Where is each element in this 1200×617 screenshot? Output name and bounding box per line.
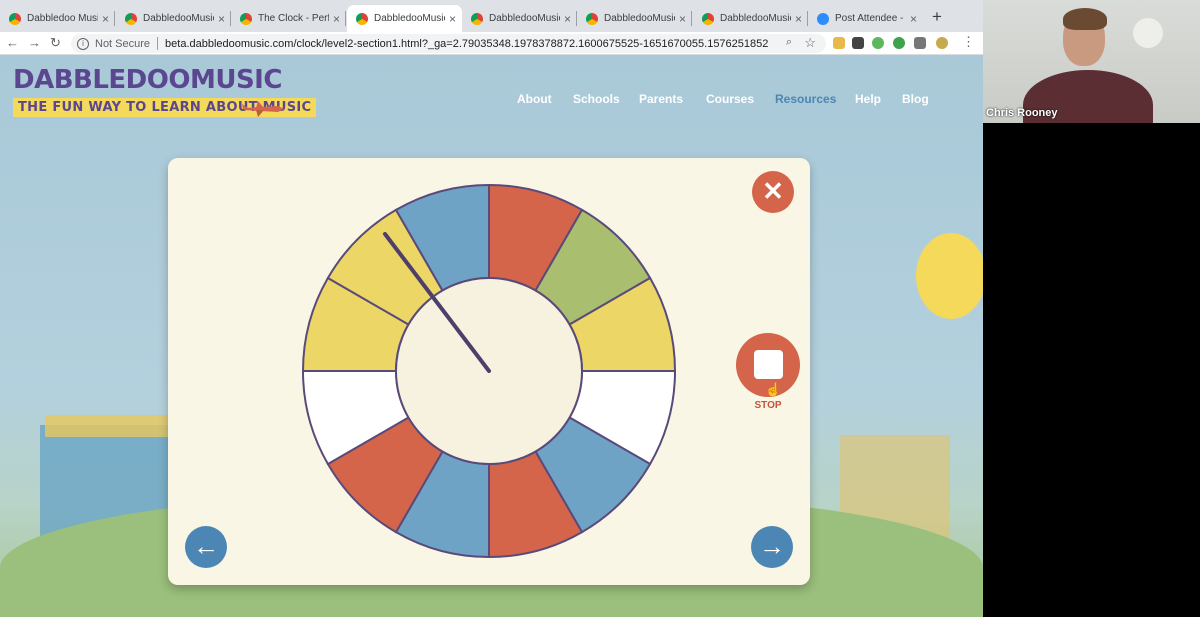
close-icon: ✕ xyxy=(762,176,784,206)
stop-label: STOP xyxy=(754,400,782,411)
chrome-favicon-icon xyxy=(702,12,714,25)
reload-icon[interactable]: ↻ xyxy=(50,35,61,51)
chrome-favicon-icon xyxy=(240,12,252,25)
previous-button[interactable]: ← xyxy=(185,526,227,568)
tab-title: DabbledooMusic xyxy=(604,13,675,24)
clock-activity-card: ✕ STOP ☝ ← → xyxy=(168,158,810,585)
chrome-favicon-icon xyxy=(586,12,598,25)
browser-tab[interactable]: DabbledooMusic | × xyxy=(116,5,231,32)
tab-title: DabbledooMusic xyxy=(374,13,445,24)
close-tab-icon[interactable]: × xyxy=(679,12,686,26)
next-button[interactable]: → xyxy=(751,526,793,568)
tab-title: DabbledooMusic xyxy=(720,13,791,24)
close-tab-icon[interactable]: × xyxy=(449,12,456,26)
hand-cursor-icon: ☝ xyxy=(765,382,782,397)
browser-tab[interactable]: DabbledooMusic × xyxy=(462,5,577,32)
browser-tab[interactable]: Dabbledoo Music × xyxy=(0,5,115,32)
tab-title: Dabbledoo Music xyxy=(27,13,98,24)
tab-title: DabbledooMusic | xyxy=(143,13,214,24)
arrow-right-icon: → xyxy=(759,531,785,561)
browser-tab[interactable]: The Clock - Perfo × xyxy=(231,5,346,32)
chrome-favicon-icon xyxy=(125,12,137,25)
info-icon[interactable]: i xyxy=(77,37,89,50)
arrow-left-icon: ← xyxy=(193,531,219,561)
divider xyxy=(157,37,159,50)
chrome-favicon-icon xyxy=(356,12,368,25)
participant-hair xyxy=(1063,8,1107,30)
nav-link-blog[interactable]: Blog xyxy=(902,92,929,106)
extension-icon[interactable] xyxy=(833,37,845,49)
browser-tab[interactable]: Post Attendee - Z × xyxy=(808,5,923,32)
page-content: DABBLEDOOMUSIC THE FUN WAY TO LEARN ABOU… xyxy=(0,55,983,617)
close-tab-icon[interactable]: × xyxy=(102,12,109,26)
close-tab-icon[interactable]: × xyxy=(795,12,802,26)
bookmark-star-icon[interactable]: ☆ xyxy=(804,35,816,51)
tab-strip: Dabbledoo Music×DabbledooMusic |×The Clo… xyxy=(0,0,983,32)
close-tab-icon[interactable]: × xyxy=(564,12,571,26)
tab-title: DabbledooMusic xyxy=(489,13,560,24)
nav-link-resources[interactable]: Resources xyxy=(775,92,836,106)
lamp-decoration xyxy=(1133,18,1163,48)
video-call-panel: Chris Rooney xyxy=(983,0,1200,617)
puzzle-icon[interactable] xyxy=(914,37,926,49)
grammarly-icon[interactable] xyxy=(893,37,905,49)
extension-icon[interactable] xyxy=(872,37,884,49)
close-tab-icon[interactable]: × xyxy=(333,12,340,26)
close-tab-icon[interactable]: × xyxy=(910,12,917,26)
browser-tab[interactable]: DabbledooMusic × xyxy=(347,5,462,32)
menu-kebab-icon[interactable]: ⋮ xyxy=(962,34,975,50)
address-bar[interactable]: i Not Secure beta.dabbledoomusic.com/clo… xyxy=(71,34,826,53)
nav-link-parents[interactable]: Parents xyxy=(639,92,683,106)
back-icon[interactable]: ← xyxy=(6,35,19,51)
chrome-favicon-icon xyxy=(9,12,21,25)
nav-link-help[interactable]: Help xyxy=(855,92,881,106)
tab-title: Post Attendee - Z xyxy=(835,13,906,24)
browser-toolbar: ← → ↻ i Not Secure beta.dabbledoomusic.c… xyxy=(0,32,983,55)
close-button[interactable]: ✕ xyxy=(752,171,794,213)
site-logo[interactable]: DABBLEDOOMUSIC xyxy=(13,65,282,95)
tab-separator xyxy=(114,11,115,26)
zoom-icon[interactable]: ⌕ xyxy=(786,36,792,49)
close-tab-icon[interactable]: × xyxy=(218,12,225,26)
zoom-favicon-icon xyxy=(817,12,829,25)
roof-decoration xyxy=(45,415,170,437)
tab-title: The Clock - Perfo xyxy=(258,13,329,24)
browser-tab[interactable]: DabbledooMusic × xyxy=(693,5,808,32)
tab-separator xyxy=(691,11,692,26)
clock-wheel xyxy=(302,184,676,558)
nav-link-courses[interactable]: Courses xyxy=(706,92,754,106)
chrome-favicon-icon xyxy=(471,12,483,25)
nav-link-schools[interactable]: Schools xyxy=(573,92,620,106)
profile-avatar[interactable] xyxy=(936,37,948,49)
tab-separator xyxy=(345,11,346,26)
stop-icon xyxy=(754,350,783,379)
url-text[interactable]: beta.dabbledoomusic.com/clock/level2-sec… xyxy=(165,38,768,50)
new-tab-button[interactable]: + xyxy=(932,8,942,25)
browser-tab[interactable]: DabbledooMusic × xyxy=(577,5,692,32)
extension-icon[interactable] xyxy=(852,37,864,49)
nav-link-about[interactable]: About xyxy=(517,92,552,106)
participant-name: Chris Rooney xyxy=(986,107,1058,119)
forward-icon[interactable]: → xyxy=(28,35,41,51)
airplane-icon xyxy=(242,101,284,117)
security-label: Not Secure xyxy=(95,37,151,50)
sun-decoration xyxy=(916,233,983,319)
participant-video: Chris Rooney xyxy=(983,0,1200,123)
browser-window: Dabbledoo Music×DabbledooMusic |×The Clo… xyxy=(0,0,983,617)
